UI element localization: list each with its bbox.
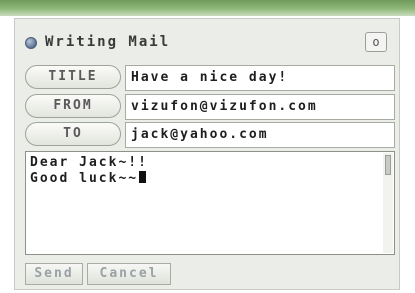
message-body-text: Dear Jack~!! Good luck~~ — [30, 155, 380, 187]
message-body-textarea[interactable]: Dear Jack~!! Good luck~~ — [25, 151, 395, 255]
body-line-2: Good luck~~ — [30, 171, 380, 187]
to-field[interactable]: jack@yahoo.com — [125, 122, 395, 148]
title-label: TITLE — [25, 65, 121, 89]
title-row: TITLE Have a nice day! — [25, 65, 397, 91]
title-field[interactable]: Have a nice day! — [125, 65, 395, 91]
from-row: FROM vizufon@vizufon.com — [25, 94, 397, 120]
cancel-button[interactable]: Cancel — [87, 263, 171, 285]
top-band — [0, 0, 415, 16]
from-field[interactable]: vizufon@vizufon.com — [125, 94, 395, 120]
from-label: FROM — [25, 94, 121, 118]
body-line-1: Dear Jack~!! — [30, 155, 148, 170]
text-cursor — [139, 171, 147, 183]
mail-compose-window: Writing Mail o TITLE Have a nice day! FR… — [14, 18, 400, 290]
scrollbar-thumb[interactable] — [385, 155, 391, 175]
close-button[interactable]: o — [365, 32, 387, 52]
to-label: TO — [25, 122, 121, 146]
window-title: Writing Mail — [45, 34, 171, 50]
mail-bullet-icon — [25, 37, 37, 49]
title-bar: Writing Mail o — [25, 31, 387, 57]
send-button[interactable]: Send — [25, 263, 83, 285]
to-row: TO jack@yahoo.com — [25, 122, 397, 148]
body-line-2-text: Good luck~~ — [30, 171, 139, 186]
body-scrollbar[interactable] — [383, 153, 393, 253]
